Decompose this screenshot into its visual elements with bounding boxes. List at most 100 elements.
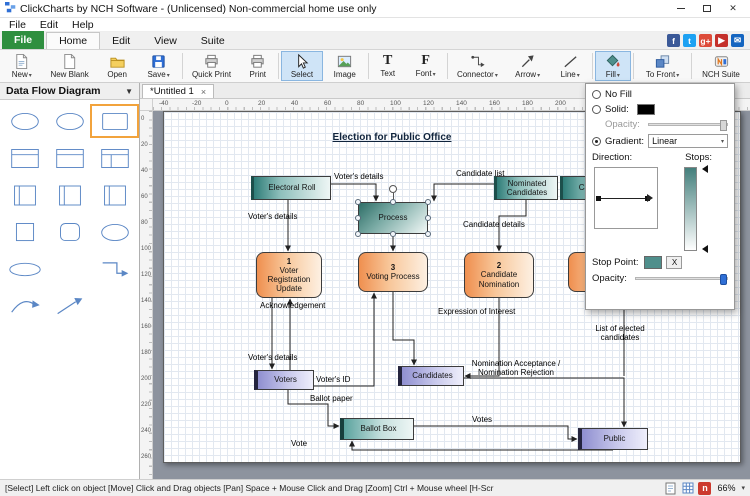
palette-shape-square[interactable] [2, 217, 47, 247]
palette-shape-ellipse[interactable] [2, 106, 47, 136]
palette-shape-curve-connector[interactable] [2, 291, 47, 321]
palette-shape-rect-band[interactable] [2, 180, 47, 210]
save-button[interactable]: Save▾ [138, 51, 180, 81]
node-process[interactable]: Process [358, 202, 428, 234]
zoom-level[interactable]: 66% [715, 483, 737, 493]
document-tab[interactable]: *Untitled 1 × [142, 84, 214, 98]
palette-shape-rect-table[interactable] [92, 143, 137, 173]
selection-handle[interactable] [355, 199, 361, 205]
nch-logo-icon[interactable]: n [698, 482, 711, 495]
selection-handle[interactable] [355, 231, 361, 237]
palette-dropdown-icon[interactable]: ▼ [125, 87, 133, 96]
tab-home[interactable]: Home [46, 32, 100, 49]
to-front-button[interactable]: To Front▾ [636, 51, 689, 81]
node-public[interactable]: Public [578, 428, 648, 450]
new-blank-button[interactable]: New Blank [43, 51, 97, 81]
select-button[interactable]: Select [281, 51, 323, 81]
gradient-stop-marker[interactable] [698, 245, 708, 253]
menu-file[interactable]: File [2, 19, 33, 31]
selection-handle[interactable] [425, 215, 431, 221]
zoom-dropdown-icon[interactable]: ▾ [741, 484, 745, 492]
tab-suite[interactable]: Suite [189, 32, 237, 49]
new-button[interactable]: New▾ [2, 51, 42, 81]
maximize-button-icon[interactable] [694, 1, 720, 17]
ruler-number: 20 [258, 100, 265, 107]
youtube-icon[interactable]: ▶ [715, 34, 728, 47]
toolbar-separator [633, 53, 634, 79]
quick-print-button[interactable]: Quick Print [185, 51, 239, 81]
node-ballot-box[interactable]: Ballot Box [340, 418, 414, 440]
fill-button[interactable]: Fill▾ [595, 51, 632, 81]
palette-empty-cell [47, 254, 92, 284]
grid-icon[interactable] [681, 482, 694, 495]
line-button[interactable]: Line▾ [551, 51, 590, 81]
edge-label: Ballot paper [310, 394, 353, 403]
minimize-button-icon[interactable] [668, 1, 694, 17]
new-icon [13, 53, 30, 70]
text-button[interactable]: TText [371, 51, 405, 81]
palette-shape-ellipse[interactable] [47, 106, 92, 136]
fit-page-icon[interactable] [664, 482, 677, 495]
edge-label: Acknowledgement [260, 301, 325, 310]
tab-file[interactable]: File [2, 31, 44, 49]
palette-shape-elbow-connector[interactable] [92, 254, 137, 284]
toolbar-separator [278, 53, 279, 79]
palette-shape-rectangle[interactable] [92, 106, 137, 136]
node-voter-registration-update[interactable]: 1Voter Registration Update [256, 252, 322, 298]
tab-view[interactable]: View [142, 32, 189, 49]
palette-grid [0, 100, 139, 327]
node-candidate-nomination[interactable]: 2Candidate Nomination [464, 252, 534, 298]
palette-shape-rect-band[interactable] [92, 180, 137, 210]
gradient-opacity-slider[interactable] [635, 277, 728, 280]
gradient-type-select[interactable]: Linear ▾ [648, 134, 728, 148]
gradient-stop-marker[interactable] [698, 165, 708, 173]
selection-handle[interactable] [390, 199, 396, 205]
gradient-stops-bar[interactable] [684, 167, 697, 251]
nch-suite-button[interactable]: NCH Suite [694, 51, 748, 81]
selection-handle[interactable] [390, 231, 396, 237]
font-button[interactable]: FFont▾ [406, 51, 446, 81]
gradient-radio[interactable] [592, 137, 601, 146]
open-button[interactable]: Open [98, 51, 137, 81]
selection-handle[interactable] [355, 215, 361, 221]
solid-radio[interactable] [592, 105, 601, 114]
connector-button[interactable]: Connector▾ [450, 51, 504, 81]
no-fill-radio[interactable] [592, 90, 601, 99]
selection-handle[interactable] [425, 231, 431, 237]
mail-icon[interactable]: ✉ [731, 34, 744, 47]
palette-shape-ellipse[interactable] [92, 217, 137, 247]
status-hints: [Select] Left click on object [Move] Cli… [5, 483, 660, 493]
palette-shape-ellipse-wide[interactable] [2, 254, 47, 284]
toolbar-separator [592, 53, 593, 79]
node-candidates[interactable]: Candidates [398, 366, 464, 386]
remove-stop-button[interactable]: X [666, 256, 682, 269]
facebook-icon[interactable]: f [667, 34, 680, 47]
palette-shape-rect-divided[interactable] [2, 143, 47, 173]
gradient-direction-box[interactable] [594, 167, 658, 229]
node-voting-process[interactable]: 3Voting Process [358, 252, 428, 292]
stop-point-swatch[interactable] [644, 256, 662, 269]
arrow-button[interactable]: Arrow▾ [505, 51, 549, 81]
tab-close-icon[interactable]: × [201, 87, 206, 97]
node-voters[interactable]: Voters [254, 370, 314, 390]
stops-label: Stops: [685, 152, 712, 163]
menu-edit[interactable]: Edit [33, 19, 65, 31]
node-electoral-roll[interactable]: Electoral Roll [251, 176, 331, 200]
menu-help[interactable]: Help [65, 19, 101, 31]
selection-handle[interactable] [425, 199, 431, 205]
close-button-icon[interactable]: ✕ [720, 1, 746, 17]
palette-shape-rounded-square[interactable] [47, 217, 92, 247]
print-button[interactable]: Print [240, 51, 277, 81]
tab-edit[interactable]: Edit [100, 32, 142, 49]
solid-color-swatch[interactable] [637, 104, 655, 115]
palette-shape-rect-band[interactable] [47, 180, 92, 210]
palette-header[interactable]: Data Flow Diagram ▼ [0, 83, 139, 100]
select-icon [293, 53, 310, 70]
googleplus-icon[interactable]: g+ [699, 34, 712, 47]
palette-shape-arrow-connector[interactable] [47, 291, 92, 321]
twitter-icon[interactable]: t [683, 34, 696, 47]
rotation-handle[interactable] [389, 185, 397, 193]
palette-shape-rect-divided[interactable] [47, 143, 92, 173]
image-button[interactable]: Image [324, 51, 366, 81]
node-nominated-candidates[interactable]: Nominated Candidates [494, 176, 558, 200]
